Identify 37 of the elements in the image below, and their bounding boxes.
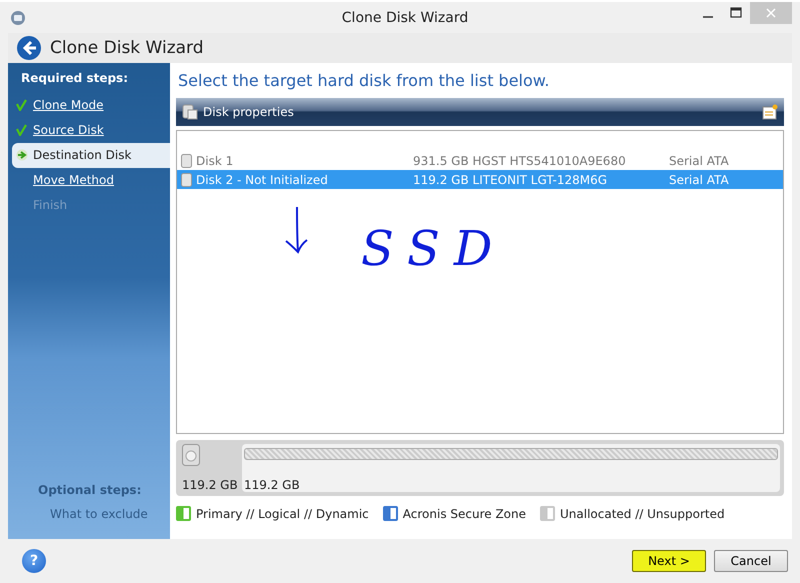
disk-icon — [182, 104, 198, 120]
handwritten-arrow — [283, 205, 309, 255]
handwritten-note: SSD — [361, 225, 506, 273]
disk-name: Disk 1 — [196, 154, 234, 168]
wizard-button[interactable]: Cancel — [714, 550, 788, 572]
disk-row[interactable]: Disk 1 931.5 GB HGST HTS541010A9E680 Serial ATA — [177, 151, 783, 170]
legend-label: Acronis Secure Zone — [402, 506, 526, 520]
check-icon — [16, 99, 27, 111]
check-icon — [16, 124, 27, 136]
maximize-icon — [730, 7, 742, 19]
disk-name: Disk 2 - Not Initialized — [196, 172, 328, 186]
back-button[interactable] — [16, 35, 42, 61]
partition-size: 119.2 GB — [244, 478, 301, 492]
instruction-text: Select the target hard disk from the list below. — [177, 70, 550, 92]
steps-heading: Optional steps: — [37, 483, 142, 499]
steps-heading: Required steps: — [20, 71, 129, 87]
partition-block[interactable]: 119.2 GB — [242, 444, 780, 492]
wizard-title: Clone Disk Wizard — [50, 38, 204, 58]
disk-capacity: 119.2 GB — [182, 478, 238, 492]
disk-details: 931.5 GB HGST HTS541010A9E680 — [413, 154, 627, 168]
app-icon — [10, 10, 26, 26]
step-item[interactable]: Clone Mode — [8, 93, 170, 118]
properties-button[interactable] — [762, 104, 778, 120]
step-item[interactable]: Destination Disk — [12, 143, 170, 168]
minimize-icon — [703, 16, 713, 18]
disk-interface: Serial ATA — [669, 154, 730, 168]
close-icon — [765, 7, 777, 19]
toolbar-label: Disk properties — [203, 105, 294, 119]
legend-label: Primary // Logical // Dynamic — [196, 506, 369, 520]
legend-label: Unallocated // Unsupported — [560, 506, 725, 520]
wizard-button[interactable]: Next > — [632, 550, 706, 572]
step-item[interactable]: Move Method — [8, 168, 170, 193]
step-item[interactable]: Source Disk — [8, 118, 170, 143]
arrow-icon — [16, 149, 28, 161]
window-title: Clone Disk Wizard — [342, 10, 468, 26]
disk-interface: Serial ATA — [669, 172, 730, 186]
disk-details: 119.2 GB LITEONIT LGT-128M6G — [413, 172, 608, 186]
